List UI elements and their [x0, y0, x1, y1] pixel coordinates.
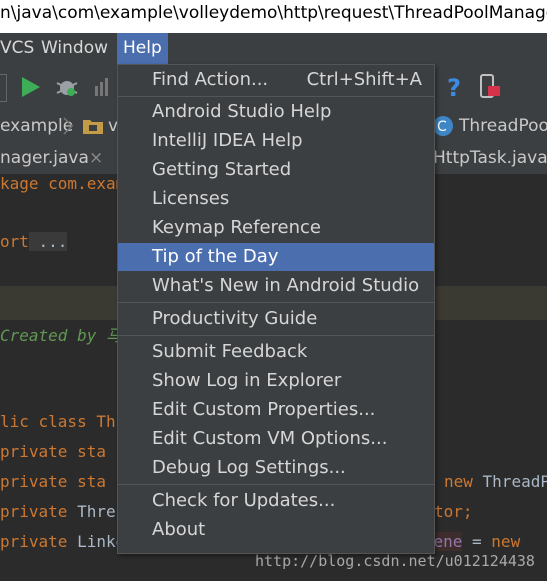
menu-vcs[interactable]: VCS: [0, 33, 34, 64]
breadcrumb-threadpool[interactable]: ThreadPoo: [459, 110, 547, 142]
close-icon[interactable]: ×: [89, 142, 103, 174]
menu-separator: [118, 335, 434, 336]
profile-icon[interactable]: [93, 76, 117, 98]
menu-item-tip-of-the-day[interactable]: Tip of the Day: [118, 243, 434, 271]
code-line: Created by 马: [0, 326, 122, 345]
code-line: private sta: [0, 472, 106, 491]
menu-item-edit-custom-vm-options[interactable]: Edit Custom VM Options...: [118, 425, 434, 453]
menu-item-keymap-reference[interactable]: Keymap Reference: [118, 214, 434, 242]
code-line: kage com.exam: [0, 174, 126, 193]
menu-separator: [118, 484, 434, 485]
menu-item-android-studio-help[interactable]: Android Studio Help: [118, 98, 434, 126]
menu-item-show-log[interactable]: Show Log in Explorer: [118, 367, 434, 395]
device-monitor-icon[interactable]: [478, 74, 502, 100]
menu-item-debug-log-settings[interactable]: Debug Log Settings...: [118, 454, 434, 482]
code-line: ort ...: [0, 232, 68, 251]
window-title: n\java\com\example\volleydemo\http\reque…: [0, 0, 547, 33]
svg-text:?: ?: [447, 74, 461, 100]
watermark: http://blog.csdn.net/u012124438: [255, 552, 535, 570]
code-line: lic class Thr: [0, 412, 126, 431]
menu-item-about[interactable]: About: [118, 516, 434, 544]
menu-item-find-action[interactable]: Find Action... Ctrl+Shift+A: [118, 66, 434, 94]
help-icon[interactable]: ?: [444, 74, 466, 100]
run-icon[interactable]: [19, 76, 41, 98]
code-line: private Thre: [0, 502, 116, 521]
folder-icon: [83, 120, 103, 134]
code-line: new ThreadPo: [444, 472, 547, 491]
class-icon: C: [433, 116, 453, 136]
code-line: private sta: [0, 442, 106, 461]
menu-item-edit-custom-properties[interactable]: Edit Custom Properties...: [118, 396, 434, 424]
menu-separator: [118, 96, 434, 97]
menu-bar: VCS Window Help: [0, 33, 547, 64]
tab-threadpoolmanager[interactable]: nager.java: [0, 142, 89, 174]
menu-item-whats-new[interactable]: What's New in Android Studio: [118, 272, 434, 300]
code-line: tor;: [434, 502, 473, 521]
menu-item-getting-started[interactable]: Getting Started: [118, 156, 434, 184]
tab-httptask[interactable]: HttpTask.java: [433, 142, 547, 174]
menu-item-submit-feedback[interactable]: Submit Feedback: [118, 338, 434, 366]
menu-help[interactable]: Help: [117, 33, 168, 64]
menu-item-licenses[interactable]: Licenses: [118, 185, 434, 213]
menu-item-check-for-updates[interactable]: Check for Updates...: [118, 487, 434, 515]
menu-item-productivity-guide[interactable]: Productivity Guide: [118, 305, 434, 333]
toolbar-combo-edge[interactable]: [0, 74, 7, 102]
help-menu: Find Action... Ctrl+Shift+A Android Studi…: [117, 64, 435, 554]
menu-item-intellij-idea-help[interactable]: IntelliJ IDEA Help: [118, 127, 434, 155]
svg-text:C: C: [437, 119, 447, 135]
chevron-right-icon: [63, 117, 74, 135]
debug-icon[interactable]: [55, 75, 79, 99]
menu-separator: [118, 302, 434, 303]
menu-window[interactable]: Window: [41, 33, 108, 64]
